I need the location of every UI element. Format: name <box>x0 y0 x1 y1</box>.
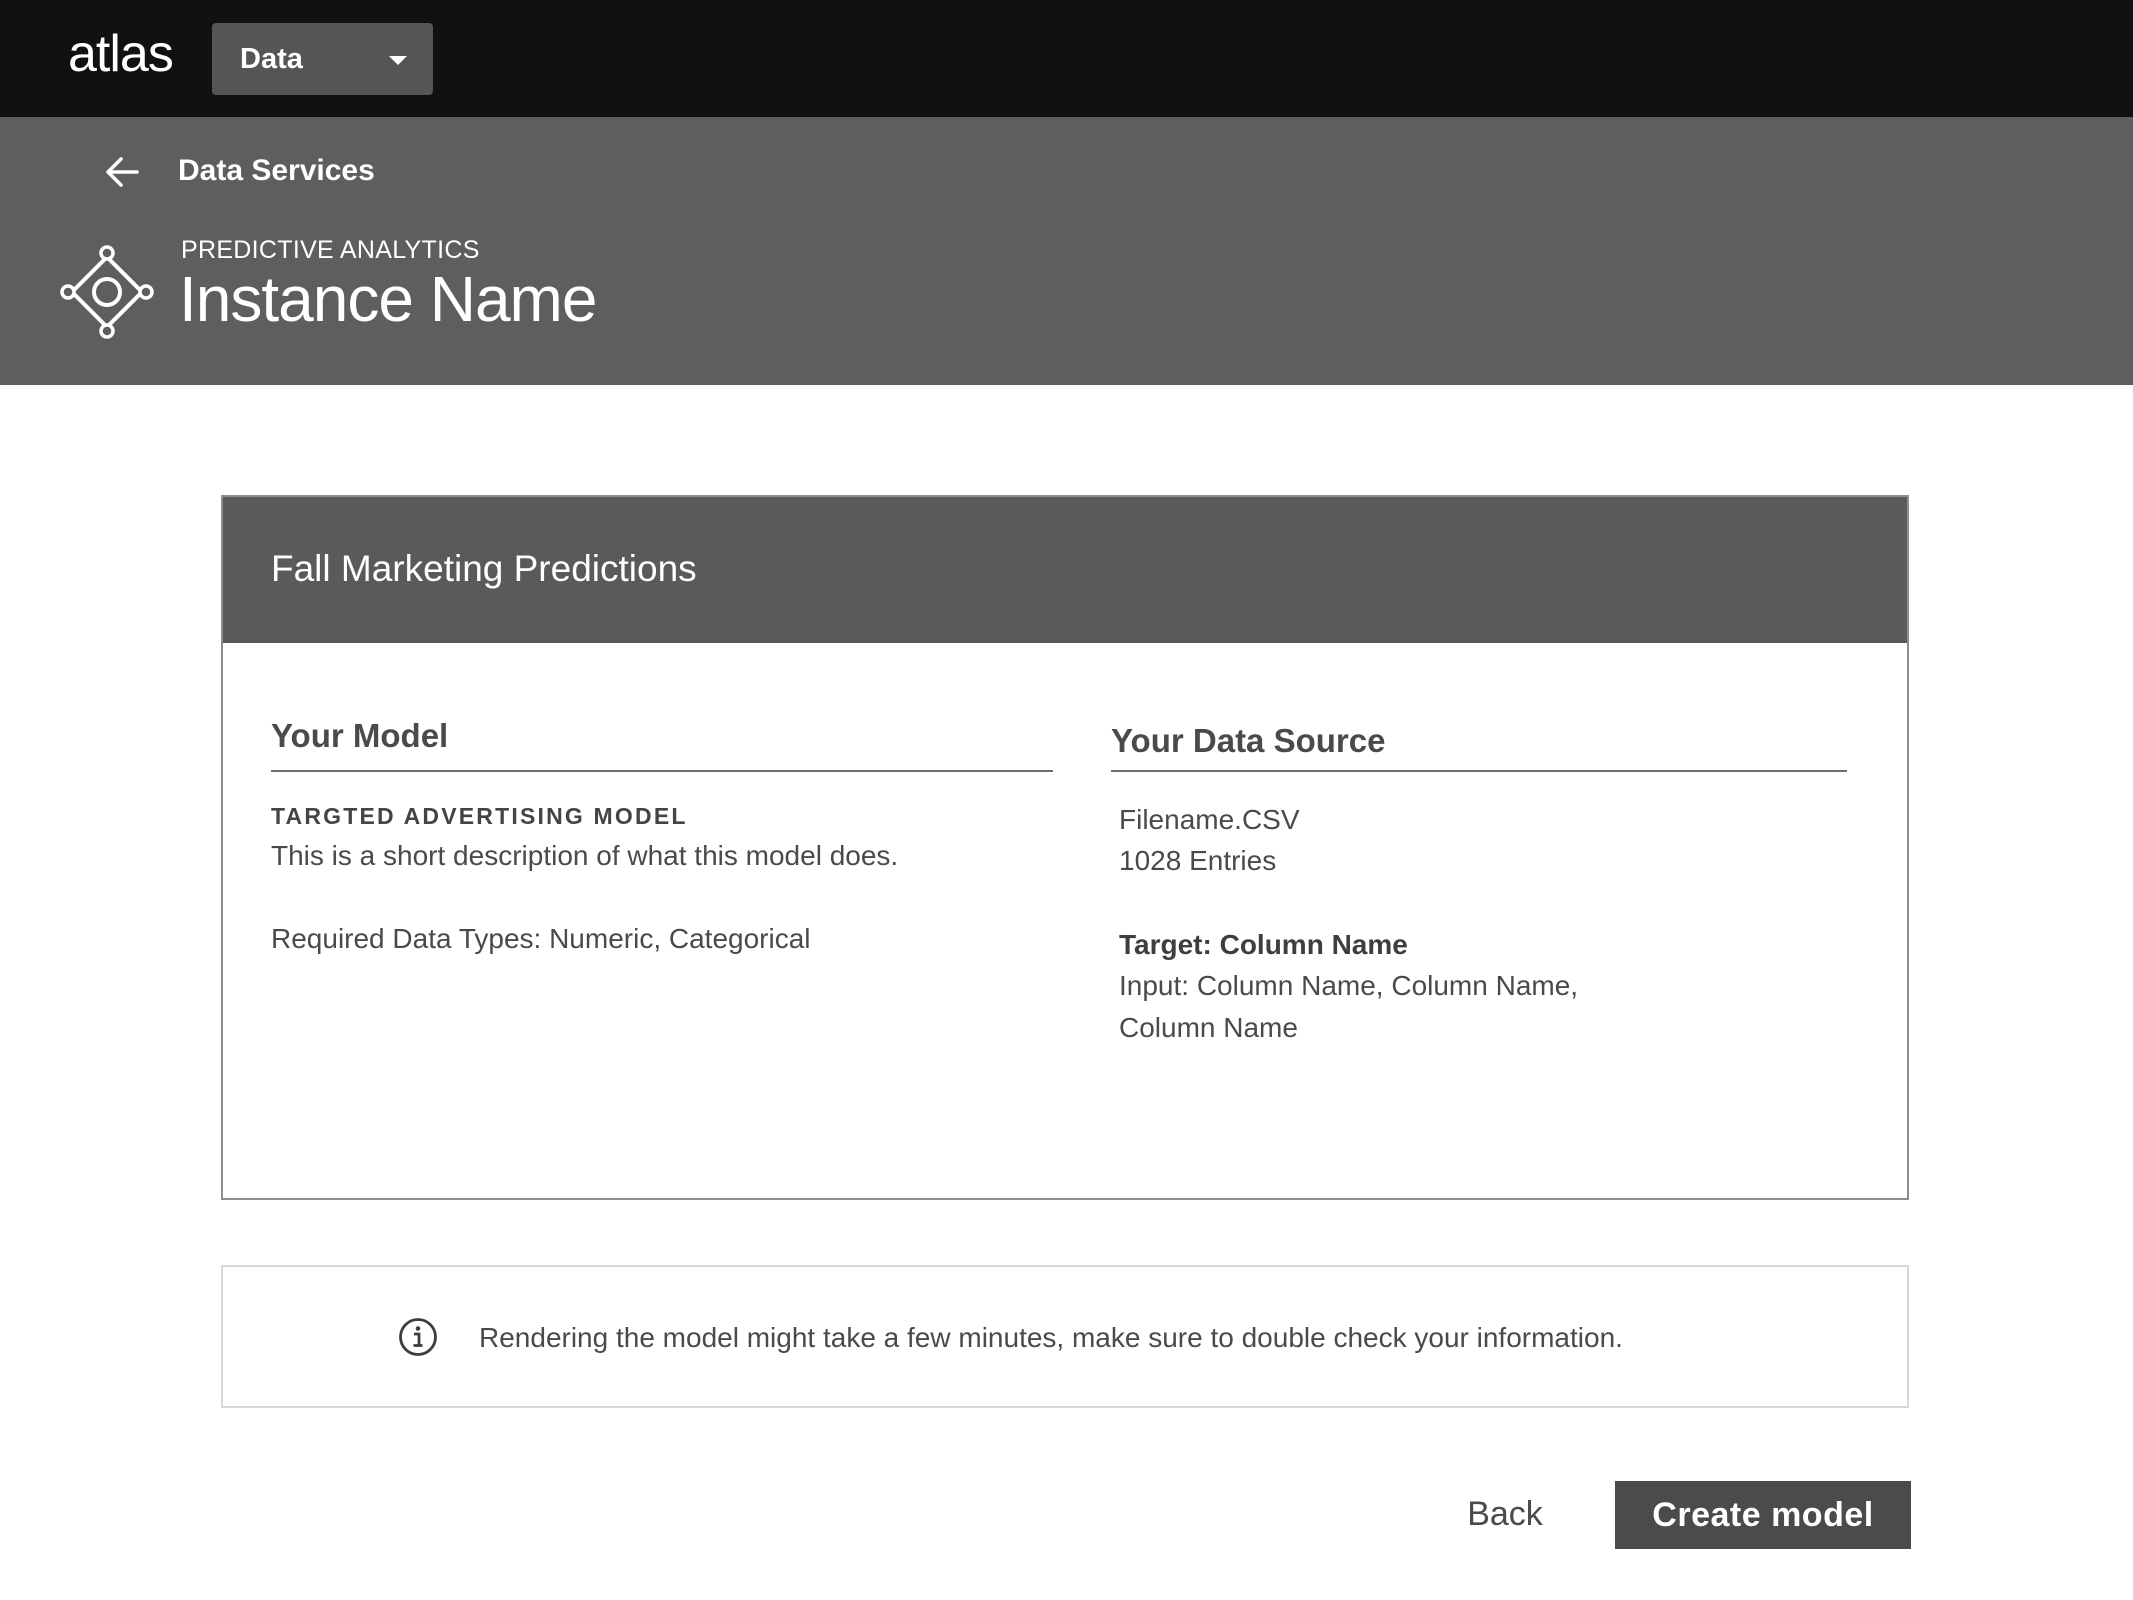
target-column-text: Target: Column Name <box>1119 929 1408 960</box>
input-columns-line-2: Column Name <box>1119 1012 1298 1043</box>
model-summary-card: Fall Marketing Predictions Your Model TA… <box>221 495 1909 1200</box>
your-model-heading: Your Model <box>271 717 449 754</box>
target-column: Target: Column Name <box>1119 924 1408 966</box>
app-switcher-dropdown[interactable]: Data <box>212 23 433 95</box>
your-model-divider <box>271 770 1053 772</box>
create-model-button[interactable]: Create model <box>1615 1481 1911 1549</box>
model-type-label: TARGTED ADVERTISING MODEL <box>271 803 688 829</box>
notice-message: Rendering the model might take a few min… <box>479 1322 1623 1353</box>
card-title: Fall Marketing Predictions <box>271 548 697 589</box>
info-notice: Rendering the model might take a few min… <box>221 1265 1909 1408</box>
top-navigation-bar: atlas Data <box>0 0 2133 117</box>
your-data-source-divider <box>1111 770 1847 772</box>
service-category-label: PREDICTIVE ANALYTICS <box>181 236 480 264</box>
required-data-types: Required Data Types: Numeric, Categorica… <box>271 923 811 954</box>
back-link-data-services[interactable]: Data Services <box>178 154 375 188</box>
your-data-source-heading: Your Data Source <box>1111 722 1386 759</box>
page-title: Instance Name <box>179 263 597 335</box>
card-header: Fall Marketing Predictions <box>223 497 1907 643</box>
app-switcher-label: Data <box>240 43 303 75</box>
info-icon <box>399 1318 437 1356</box>
data-source-entries: 1028 Entries <box>1119 845 1277 876</box>
arrow-left-icon[interactable] <box>104 154 140 190</box>
predictive-analytics-icon <box>60 245 154 339</box>
caret-down-icon <box>389 56 407 65</box>
back-button[interactable]: Back <box>1440 1480 1570 1548</box>
data-source-filename: Filename.CSV <box>1119 804 1300 835</box>
model-description: This is a short description of what this… <box>271 840 899 871</box>
input-columns-line-1: Input: Column Name, Column Name, <box>1119 970 1579 1001</box>
app-logo[interactable]: atlas <box>68 24 174 84</box>
